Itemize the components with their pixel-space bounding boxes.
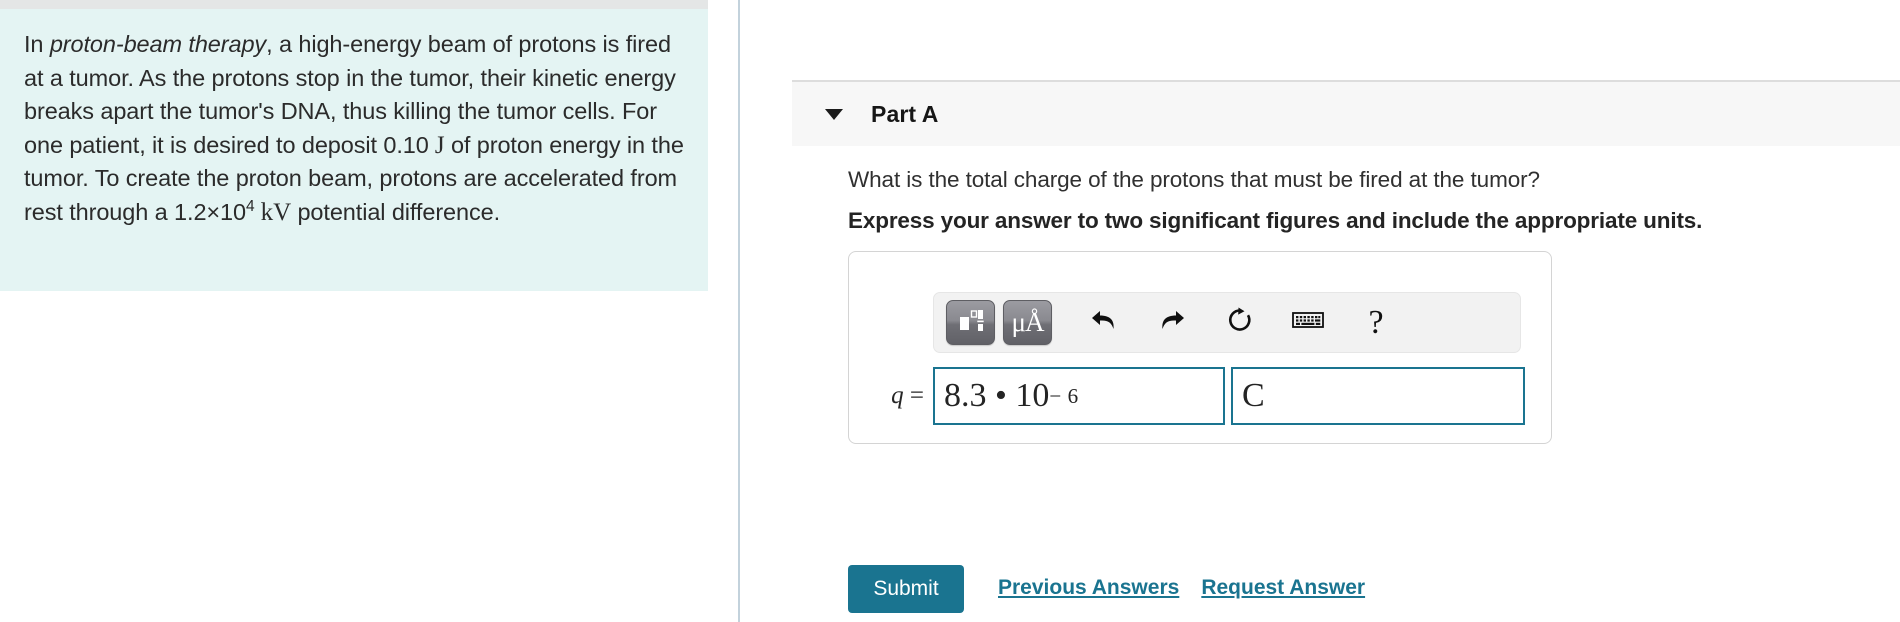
previous-answers-link[interactable]: Previous Answers [998,576,1179,600]
submit-button[interactable]: Submit [848,565,964,613]
request-answer-link[interactable]: Request Answer [1201,576,1365,600]
question-text: What is the total charge of the protons … [848,167,1540,192]
answer-unit-value: C [1242,377,1265,414]
help-button[interactable]: ? [1350,300,1402,345]
problem-statement-panel: In proton-beam therapy, a high-energy be… [0,9,708,291]
answer-entry-card: μÅ ? q = 8.3 • 10 − 6 C [848,251,1552,444]
answer-mantissa: 8.3 • 10 [944,377,1050,414]
variable-label: q = [849,382,933,410]
reset-button[interactable] [1214,300,1266,345]
problem-voltage-mantissa: 1.2×10 [174,198,246,225]
units-button[interactable]: μÅ [1003,300,1052,345]
action-row: Submit Previous Answers Request Answer [848,565,1365,613]
units-mu-angstrom-icon: μÅ [1011,307,1045,337]
chevron-down-icon[interactable] [825,108,843,120]
redo-button[interactable] [1146,300,1198,345]
reset-icon [1226,306,1254,339]
keyboard-button[interactable] [1282,300,1334,345]
math-template-button[interactable] [946,300,995,345]
help-icon: ? [1368,303,1384,341]
problem-energy-unit: J [434,131,445,159]
redo-icon [1157,307,1187,338]
variable-symbol: q [891,382,904,409]
math-input-toolbar: μÅ ? [933,292,1521,353]
problem-statement-text: In proton-beam therapy, a high-energy be… [24,28,696,229]
problem-text-tail: potential difference. [291,198,501,225]
answer-entry-row: q = 8.3 • 10− 6 C [849,366,1551,426]
part-a-header[interactable]: Part A [792,80,1900,146]
top-strip [0,0,708,9]
instruction-text: Express your answer to two significant f… [848,208,1703,233]
part-a-title: Part A [871,100,939,127]
problem-energy-value: 0.10 [383,131,429,158]
problem-voltage-unit: kV [260,198,292,226]
answer-value-input[interactable]: 8.3 • 10− 6 [933,367,1225,425]
problem-text-lead: In [24,31,50,57]
problem-voltage-exponent: 4 [245,197,255,215]
undo-icon [1089,307,1119,338]
equals-sign: = [909,382,924,409]
keyboard-icon [1292,309,1324,336]
answer-unit-input[interactable]: C [1231,367,1525,425]
math-template-icon [957,306,985,339]
problem-emphasis-term: proton-beam therapy [49,31,267,57]
undo-button[interactable] [1078,300,1130,345]
answer-column: Part A What is the total charge of the p… [740,0,1900,622]
